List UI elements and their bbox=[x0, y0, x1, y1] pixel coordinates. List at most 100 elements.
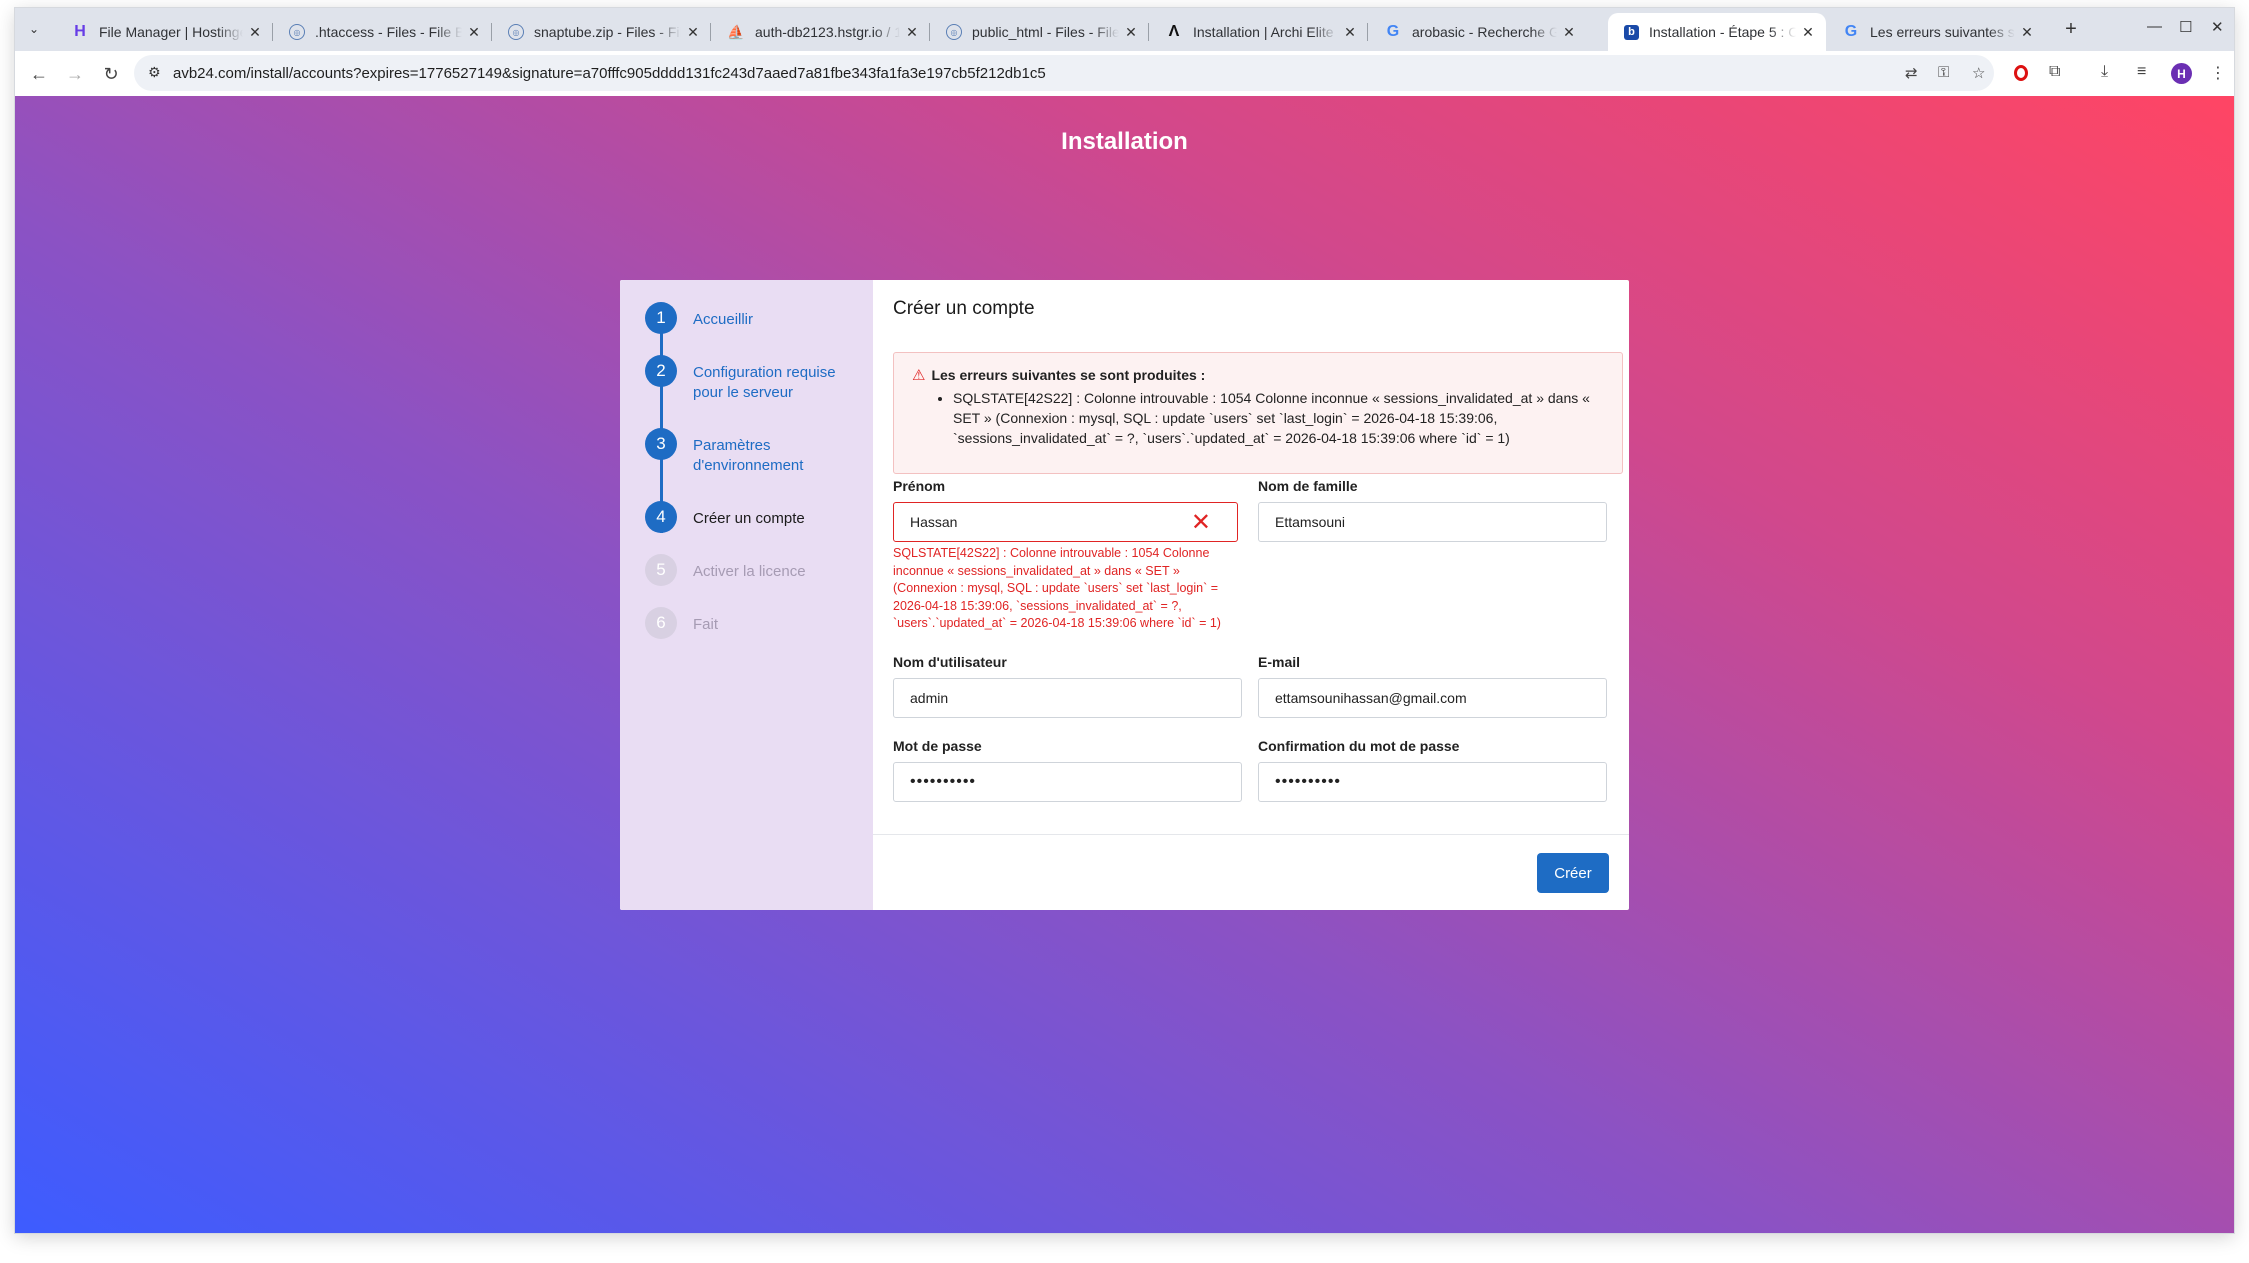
step-number: 6 bbox=[645, 607, 677, 639]
password-label: Mot de passe bbox=[893, 738, 982, 754]
step-number: 2 bbox=[645, 355, 677, 387]
step-2[interactable]: 2 Configuration requise pour le serveur bbox=[645, 355, 853, 403]
step-number: 4 bbox=[645, 501, 677, 533]
username-input[interactable]: admin bbox=[893, 678, 1242, 718]
tab-search-chevron-icon[interactable]: ⌄ bbox=[21, 16, 47, 42]
b-icon: b bbox=[1624, 24, 1639, 40]
opera-extension-icon[interactable] bbox=[2014, 65, 2028, 81]
step-label: Fait bbox=[693, 616, 719, 633]
new-tab-plus-icon[interactable]: + bbox=[2058, 16, 2084, 42]
bookmark-star-icon[interactable]: ☆ bbox=[1972, 64, 1985, 82]
translate-icon[interactable]: ⇄ bbox=[1905, 64, 1918, 82]
close-tab-icon[interactable]: ✕ bbox=[1338, 24, 1362, 41]
download-icon[interactable]: ⤓ bbox=[2101, 63, 2108, 81]
kebab-menu-icon[interactable]: ⋮ bbox=[2210, 63, 2226, 83]
tab-title: auth-db2123.hstgr.io / 1 bbox=[755, 24, 900, 40]
tab-htaccess[interactable]: ◎ .htaccess - Files - File B ✕ bbox=[273, 13, 492, 51]
steps-sidebar: 1 Accueillir 2 Configuration requise pou… bbox=[620, 280, 873, 910]
close-tab-icon[interactable]: ✕ bbox=[243, 24, 267, 41]
tab-phpmyadmin[interactable]: ⛵ auth-db2123.hstgr.io / 1 ✕ bbox=[711, 13, 930, 51]
last-name-input[interactable]: Ettamsouni bbox=[1258, 502, 1607, 542]
first-name-label: Prénom bbox=[893, 478, 946, 494]
close-window-icon[interactable]: ✕ bbox=[2211, 18, 2224, 36]
step-6: 6 Fait bbox=[645, 607, 853, 639]
globe-icon: ◎ bbox=[508, 24, 524, 40]
step-4-current: 4 Créer un compte bbox=[645, 501, 853, 533]
tab-snaptube[interactable]: ◎ snaptube.zip - Files - File ✕ bbox=[492, 13, 711, 51]
reload-icon[interactable]: ↻ bbox=[99, 62, 123, 86]
password-confirm-label: Confirmation du mot de passe bbox=[1258, 738, 1460, 754]
email-label: E-mail bbox=[1258, 654, 1301, 670]
page-viewport: Installation 1 Accueillir 2 Configuratio… bbox=[15, 96, 2234, 1233]
username-value: admin bbox=[910, 690, 949, 706]
tab-strip: ⌄ H File Manager | Hostinger ✕ ◎ .htacce… bbox=[15, 8, 2234, 51]
step-label: Paramètres d'environnement bbox=[693, 437, 804, 474]
create-button[interactable]: Créer bbox=[1537, 853, 1609, 893]
email-input[interactable]: ettamsounihassan@gmail.com bbox=[1258, 678, 1607, 718]
create-account-form: Créer un compte ⚠ Les erreurs suivantes s… bbox=[873, 280, 1629, 910]
step-label: Configuration requise pour le serveur bbox=[693, 364, 836, 401]
page-title: Installation bbox=[1061, 128, 1188, 155]
step-number: 3 bbox=[645, 428, 677, 460]
first-name-value: Hassan bbox=[910, 514, 958, 530]
tab-title: File Manager | Hostinger bbox=[99, 24, 243, 40]
google-icon: G bbox=[1844, 23, 1858, 40]
close-tab-icon[interactable]: ✕ bbox=[462, 24, 486, 41]
step-3[interactable]: 3 Paramètres d'environnement bbox=[645, 428, 853, 476]
back-arrow-icon[interactable]: ← bbox=[27, 62, 51, 86]
tab-title: Les erreurs suivantes se bbox=[1870, 24, 2015, 40]
step-number: 5 bbox=[645, 554, 677, 586]
archi-icon: Λ bbox=[1168, 23, 1180, 40]
close-tab-icon[interactable]: ✕ bbox=[900, 24, 924, 41]
google-icon: G bbox=[1386, 23, 1400, 40]
form-footer: Créer bbox=[873, 834, 1629, 910]
password-confirm-input[interactable]: •••••••••• bbox=[1258, 762, 1607, 802]
globe-icon: ◎ bbox=[946, 24, 962, 40]
browser-window: ⌄ H File Manager | Hostinger ✕ ◎ .htacce… bbox=[15, 8, 2234, 1233]
close-tab-icon[interactable]: ✕ bbox=[681, 24, 705, 41]
url-text[interactable]: avb24.com/install/accounts?expires=17765… bbox=[173, 65, 1046, 82]
tab-google-errors[interactable]: G Les erreurs suivantes se ✕ bbox=[1826, 13, 2045, 51]
warning-triangle-icon: ⚠ bbox=[912, 367, 926, 384]
first-name-input[interactable]: Hassan ✕ bbox=[893, 502, 1238, 542]
close-tab-icon[interactable]: ✕ bbox=[2015, 24, 2039, 41]
phpmyadmin-icon: ⛵ bbox=[727, 23, 745, 40]
error-alert: ⚠ Les erreurs suivantes se sont produites… bbox=[893, 352, 1623, 474]
alert-item: SQLSTATE[42S22] : Colonne introuvable : … bbox=[953, 388, 1606, 448]
step-label: Accueillir bbox=[693, 311, 754, 328]
extensions-puzzle-icon[interactable]: ⧉ bbox=[2049, 63, 2060, 81]
password-input[interactable]: •••••••••• bbox=[893, 762, 1242, 802]
profile-avatar[interactable]: H bbox=[2171, 63, 2192, 84]
alert-list: SQLSTATE[42S22] : Colonne introuvable : … bbox=[934, 388, 1606, 448]
password-value: •••••••••• bbox=[910, 773, 977, 790]
media-queue-icon[interactable]: ≡ bbox=[2137, 63, 2146, 81]
tab-public-html[interactable]: ◎ public_html - Files - File ✕ bbox=[930, 13, 1149, 51]
first-name-error: SQLSTATE[42S22] : Colonne introuvable : … bbox=[893, 546, 1221, 630]
close-tab-icon[interactable]: ✕ bbox=[1557, 24, 1581, 41]
step-label: Activer la licence bbox=[693, 563, 806, 580]
site-info-icon[interactable]: ⚙ bbox=[148, 64, 161, 81]
tab-title: Installation | Archi Elite D bbox=[1193, 24, 1338, 40]
form-title: Créer un compte bbox=[893, 298, 1035, 319]
tab-title: snaptube.zip - Files - File bbox=[534, 24, 681, 40]
address-bar[interactable]: ⚙ avb24.com/install/accounts?expires=177… bbox=[134, 55, 1994, 91]
password-key-icon[interactable]: ⚿ bbox=[1938, 64, 1949, 81]
password-confirm-value: •••••••••• bbox=[1275, 773, 1342, 790]
step-label: Créer un compte bbox=[693, 510, 805, 527]
last-name-value: Ettamsouni bbox=[1275, 514, 1346, 530]
maximize-icon[interactable]: ☐ bbox=[2179, 18, 2192, 36]
hostinger-icon: H bbox=[74, 23, 86, 40]
close-tab-icon[interactable]: ✕ bbox=[1796, 24, 1820, 41]
tab-file-manager[interactable]: H File Manager | Hostinger ✕ bbox=[55, 13, 273, 51]
forward-arrow-icon[interactable]: → bbox=[63, 62, 87, 86]
tab-installation-active[interactable]: b Installation - Étape 5 : Cr ✕ bbox=[1608, 13, 1826, 51]
tab-title: public_html - Files - File bbox=[972, 24, 1119, 40]
tab-archi-elite[interactable]: Λ Installation | Archi Elite D ✕ bbox=[1149, 13, 1368, 51]
tab-google-search[interactable]: G arobasic - Recherche Go ✕ bbox=[1368, 13, 1587, 51]
email-value: ettamsounihassan@gmail.com bbox=[1275, 690, 1467, 706]
minimize-icon[interactable]: — bbox=[2147, 18, 2162, 35]
step-1[interactable]: 1 Accueillir bbox=[645, 302, 853, 334]
tab-title: Installation - Étape 5 : Cr bbox=[1649, 24, 1796, 40]
install-card: 1 Accueillir 2 Configuration requise pou… bbox=[620, 280, 1629, 910]
close-tab-icon[interactable]: ✕ bbox=[1119, 24, 1143, 41]
